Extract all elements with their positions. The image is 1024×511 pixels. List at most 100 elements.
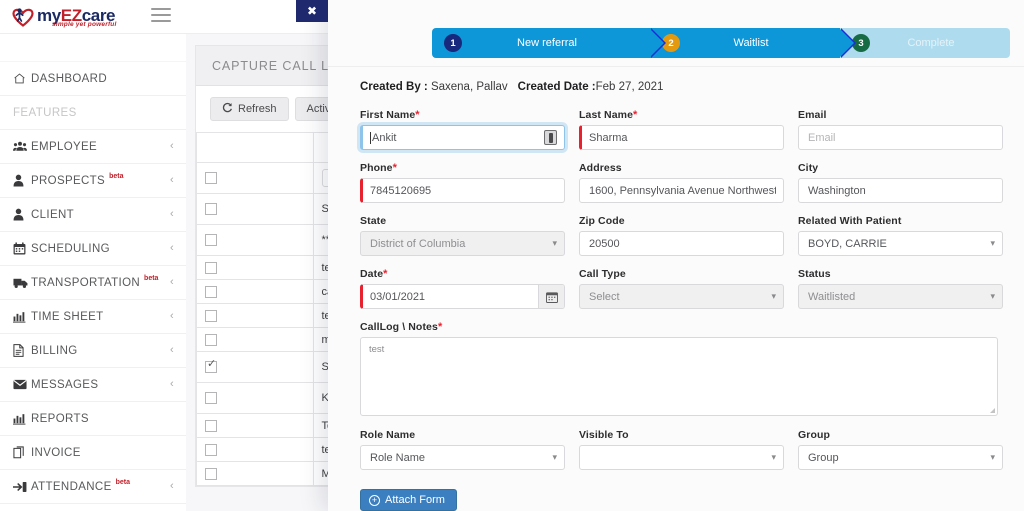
chevron-left-icon: ‹ (170, 481, 174, 492)
date-input[interactable]: 03/01/2021 (360, 284, 565, 309)
referral-modal: ✖ 1 New referral 2 Waitlist 3 Complete C… (328, 0, 1024, 511)
created-by-value: Saxena, Pallav (431, 81, 508, 93)
sidebar-item-scheduling[interactable]: SCHEDULING ‹ (0, 232, 186, 266)
row-checkbox[interactable] (205, 234, 217, 246)
sidebar-item-label: EMPLOYEE (31, 141, 97, 153)
heart-person-logo-icon (10, 4, 36, 30)
row-checkbox[interactable] (205, 334, 217, 346)
calllog-notes-textarea[interactable]: test (360, 337, 998, 416)
group-select[interactable]: Group ▾ (798, 445, 1003, 470)
copy-icon (13, 446, 31, 459)
chevron-left-icon: ‹ (170, 379, 174, 390)
city-input[interactable]: Washington (798, 178, 1003, 203)
row-checkbox[interactable] (205, 310, 217, 322)
state-select[interactable]: District of Columbia ▾ (360, 231, 565, 256)
attach-form-button[interactable]: + Attach Form (360, 489, 457, 511)
zip-code-label: Zip Code (579, 215, 784, 227)
row-checkbox[interactable] (205, 468, 217, 480)
sidebar-item-label: INVOICE (31, 447, 81, 459)
calllog-notes-label: CallLog \ Notes* (360, 321, 998, 333)
visible-to-select[interactable]: ▾ (579, 445, 784, 470)
visible-to-label: Visible To (579, 429, 784, 441)
field-related-with-patient: Related With Patient BOYD, CARRIE ▾ (798, 215, 1003, 256)
phone-label: Phone* (360, 162, 565, 174)
role-name-select[interactable]: Role Name ▾ (360, 445, 565, 470)
select-all-cell[interactable] (197, 163, 314, 194)
refresh-label: Refresh (238, 103, 277, 115)
refresh-button[interactable]: Refresh (210, 97, 289, 121)
sidebar-item-client[interactable]: CLIENT ‹ (0, 198, 186, 232)
close-icon[interactable]: ✖ (296, 0, 328, 22)
sidebar-item-attendance[interactable]: ATTENDANCE beta ‹ (0, 470, 186, 504)
sidebar-item-prospects[interactable]: PROSPECTS beta ‹ (0, 164, 186, 198)
address-input[interactable]: 1600, Pennsylvania Avenue Northwest (579, 178, 784, 203)
step-new-referral[interactable]: 1 New referral (432, 28, 650, 58)
first-name-input[interactable]: Ankit (360, 125, 565, 150)
field-phone: Phone* 7845120695 (360, 162, 565, 203)
row-checkbox[interactable] (205, 392, 217, 404)
city-value: Washington (808, 185, 995, 197)
address-value: 1600, Pennsylvania Avenue Northwest (589, 185, 776, 197)
last-name-input[interactable]: Sharma (579, 125, 784, 150)
sidebar-item-billing[interactable]: BILLING ‹ (0, 334, 186, 368)
calendar-icon[interactable] (538, 285, 564, 308)
sidebar-item-time-sheet[interactable]: TIME SHEET ‹ (0, 300, 186, 334)
call-type-select[interactable]: Select ▾ (579, 284, 784, 309)
app-logo[interactable]: myEZcare simple yet powerful (10, 2, 115, 32)
phone-input[interactable]: 7845120695 (360, 178, 565, 203)
email-input[interactable]: Email (798, 125, 1003, 150)
row-checkbox[interactable] (205, 262, 217, 274)
chevron-down-icon: ▾ (771, 453, 776, 462)
group-value: Group (808, 452, 986, 464)
phone-value: 7845120695 (370, 185, 557, 197)
created-by-label: Created By : (360, 81, 428, 93)
status-label: Status (798, 268, 1003, 280)
logo-tagline: simple yet powerful (52, 21, 116, 28)
step-waitlist[interactable]: 2 Waitlist (650, 28, 840, 58)
status-select[interactable]: Waitlisted ▾ (798, 284, 1003, 309)
signin-icon (13, 481, 31, 493)
sidebar-item-invoice[interactable]: INVOICE (0, 436, 186, 470)
first-name-value: Ankit (372, 132, 544, 144)
row-checkbox[interactable] (205, 286, 217, 298)
related-with-patient-label: Related With Patient (798, 215, 1003, 227)
step-label: Waitlist (684, 37, 840, 49)
field-calllog-notes: CallLog \ Notes* test (360, 321, 998, 416)
sidebar-item-transportation[interactable]: TRANSPORTATION beta ‹ (0, 266, 186, 300)
chevron-left-icon: ‹ (170, 175, 174, 186)
chevron-down-icon: ▾ (990, 292, 995, 301)
hamburger-icon[interactable] (151, 6, 171, 24)
step-label: New referral (466, 37, 650, 49)
date-value: 03/01/2021 (370, 291, 557, 303)
field-city: City Washington (798, 162, 1003, 203)
sidebar-item-messages[interactable]: MESSAGES ‹ (0, 368, 186, 402)
application-window: myEZcare simple yet powerful DASHBOARD F… (0, 0, 1024, 511)
select-all-checkbox[interactable] (205, 172, 217, 184)
step-complete[interactable]: 3 Complete (840, 28, 1010, 58)
zip-code-input[interactable]: 20500 (579, 231, 784, 256)
sidebar-item-reports[interactable]: REPORTS (0, 402, 186, 436)
field-state: State District of Columbia ▾ (360, 215, 565, 256)
created-date-label: Created Date : (518, 81, 596, 93)
sidebar-item-employee[interactable]: EMPLOYEE ‹ (0, 130, 186, 164)
field-status: Status Waitlisted ▾ (798, 268, 1003, 309)
row-checkbox[interactable] (205, 444, 217, 456)
field-zip-code: Zip Code 20500 (579, 215, 784, 256)
last-name-label: Last Name* (579, 109, 784, 121)
chevron-down-icon: ▾ (552, 239, 557, 248)
sidebar-section-features: FEATURES (0, 96, 186, 130)
row-checkbox[interactable] (205, 361, 217, 373)
sidebar-item-dashboard[interactable]: DASHBOARD (0, 62, 186, 96)
zip-code-value: 20500 (589, 238, 776, 250)
state-value: District of Columbia (370, 238, 548, 250)
call-type-value: Select (589, 291, 767, 303)
row-checkbox[interactable] (205, 420, 217, 432)
chart-icon (13, 413, 31, 425)
related-with-patient-select[interactable]: BOYD, CARRIE ▾ (798, 231, 1003, 256)
autofill-key-icon[interactable] (544, 130, 557, 145)
state-label: State (360, 215, 565, 227)
form-row-3: State District of Columbia ▾ Zip Code 20… (360, 215, 998, 256)
chevron-left-icon: ‹ (170, 141, 174, 152)
row-checkbox[interactable] (205, 203, 217, 215)
field-role-name: Role Name Role Name ▾ (360, 429, 565, 470)
